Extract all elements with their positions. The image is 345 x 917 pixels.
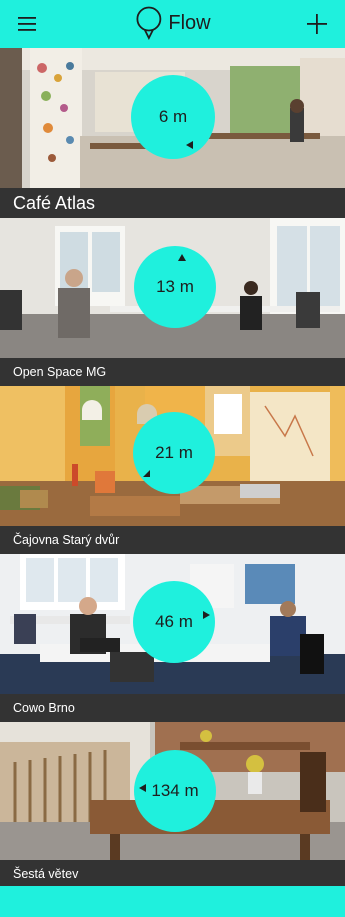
app-title: Flow bbox=[168, 11, 211, 34]
place-name: Čajovna Starý dvůr bbox=[0, 526, 345, 554]
direction-arrow-icon bbox=[186, 141, 193, 149]
place-card[interactable]: 46 m Cowo Brno bbox=[0, 554, 345, 722]
distance-label: 46 m bbox=[155, 612, 193, 631]
hamburger-menu-icon[interactable] bbox=[14, 10, 42, 38]
distance-badge[interactable]: 13 m bbox=[134, 246, 216, 328]
place-card[interactable]: 21 m Čajovna Starý dvůr bbox=[0, 386, 345, 554]
distance-label: 134 m bbox=[151, 781, 199, 800]
app-bar: Flow bbox=[0, 0, 345, 48]
distance-label: 21 m bbox=[155, 443, 193, 462]
direction-arrow-icon bbox=[178, 254, 186, 261]
places-feed: 6 m Café Atlas 13 m Open Space MG 21 m Č… bbox=[0, 48, 345, 888]
distance-badge[interactable]: 46 m bbox=[133, 581, 215, 663]
place-name: Café Atlas bbox=[0, 188, 345, 218]
direction-arrow-icon bbox=[203, 611, 210, 619]
distance-badge[interactable]: 134 m bbox=[134, 750, 216, 832]
place-card[interactable]: 6 m Café Atlas bbox=[0, 48, 345, 218]
location-pin-icon bbox=[135, 6, 161, 40]
place-name: Šestá větev bbox=[0, 860, 345, 888]
bottom-bar bbox=[0, 886, 345, 917]
app-logo: Flow bbox=[134, 6, 211, 40]
plus-icon[interactable] bbox=[303, 10, 331, 38]
distance-badge[interactable]: 6 m bbox=[131, 75, 215, 159]
place-card[interactable]: 13 m Open Space MG bbox=[0, 218, 345, 386]
place-name: Open Space MG bbox=[0, 358, 345, 386]
distance-label: 6 m bbox=[158, 107, 188, 126]
place-name: Cowo Brno bbox=[0, 694, 345, 722]
direction-arrow-icon bbox=[139, 784, 146, 792]
distance-label: 13 m bbox=[156, 277, 194, 296]
place-card[interactable]: 134 m Šestá větev bbox=[0, 722, 345, 888]
direction-arrow-icon bbox=[143, 470, 150, 477]
distance-badge[interactable]: 21 m bbox=[133, 412, 215, 494]
